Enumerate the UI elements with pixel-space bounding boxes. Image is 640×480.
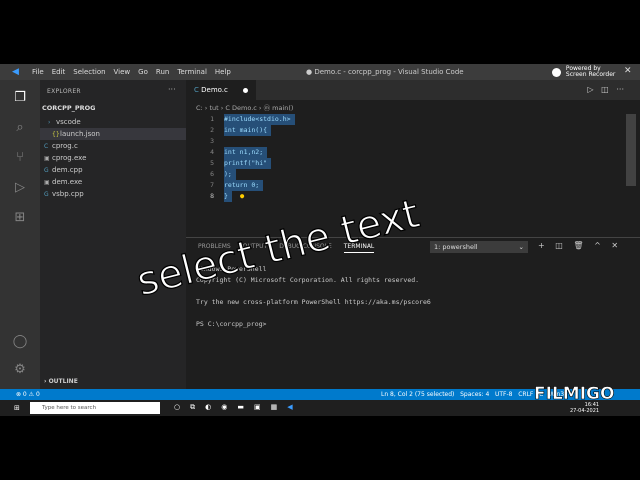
code-line[interactable]: 3 [186, 136, 626, 147]
recorder-line2: Screen Recorder [565, 71, 616, 78]
breadcrumb[interactable]: C: › tut › C Demo.c › ⓜ main() [196, 102, 293, 112]
activity-bar: ❐ ⌕ ⑂ ▷ ⊞ ◯ ⚙ [0, 80, 40, 389]
cpp-file-icon: G [44, 191, 49, 198]
c-file-icon: C [194, 86, 199, 94]
lightbulb-icon[interactable]: ● [240, 192, 244, 200]
code-line[interactable]: 7 return 0; [186, 180, 626, 191]
task-view-icon[interactable]: ⧉ [190, 403, 195, 412]
terminal-select[interactable]: 1: powershell ⌄ [430, 241, 528, 253]
search-icon[interactable]: ⌕ [12, 120, 28, 136]
run-icon[interactable]: ▷ [587, 85, 593, 94]
trash-icon[interactable]: 🗑 [573, 241, 583, 250]
screen-recorder-badge: Powered by Screen Recorder [552, 66, 615, 78]
tree-item-vscode[interactable]: › vscode [40, 116, 186, 128]
more-icon[interactable]: ··· [616, 85, 624, 94]
code-line[interactable]: 2 int main(){ [186, 125, 626, 136]
outline-section[interactable]: › OUTLINE [40, 376, 186, 388]
tree-item-cprog-c[interactable]: Ccprog.c [40, 140, 186, 152]
tree-item-vsbp-cpp[interactable]: Gvsbp.cpp [40, 188, 186, 200]
close-panel-icon[interactable]: ✕ [611, 241, 618, 250]
menu-terminal[interactable]: Terminal [177, 64, 207, 80]
folder-icon[interactable]: ▬ [237, 403, 244, 412]
terminal-prompt[interactable]: PS C:\corcpp_prog> [196, 319, 431, 330]
account-icon[interactable]: ◯ [12, 334, 28, 350]
tree-item-cprog-exe[interactable]: ▣ cprog.exe [40, 152, 186, 164]
menu-selection[interactable]: Selection [73, 64, 105, 80]
code-line[interactable]: 5 printf("hi" [186, 158, 626, 169]
chevron-down-icon: ⌄ [518, 243, 524, 251]
tab-label: Demo.c [201, 86, 228, 94]
code-line[interactable]: 4 int n1,n2; [186, 147, 626, 158]
problems-count[interactable]: ⊗ 0 ⚠ 0 [16, 389, 40, 400]
panel-actions: + ◫ 🗑 ^ ✕ [538, 241, 626, 250]
editor-scrollbar[interactable] [626, 114, 636, 186]
vscode-logo-icon: ◀ [12, 67, 19, 77]
split-terminal-icon[interactable]: ◫ [555, 241, 563, 250]
vscode-taskbar-icon[interactable]: ◀ [287, 403, 292, 412]
settings-gear-icon[interactable]: ⚙ [12, 362, 28, 378]
tab-demo-c[interactable]: C Demo.c [186, 80, 256, 100]
chrome-icon[interactable]: ◉ [221, 403, 227, 412]
menu-help[interactable]: Help [215, 64, 231, 80]
terminal-line: Try the new cross-platform PowerShell ht… [196, 298, 431, 306]
store-icon[interactable]: ▣ [254, 403, 261, 412]
explorer-sidebar: EXPLORER ··· CORCPP_PROG › vscode {}launc… [40, 80, 186, 389]
taskbar-apps: ○ ⧉ ◐ ◉ ▬ ▣ ▦ ◀ [174, 403, 303, 412]
tree-item-dem-cpp[interactable]: Gdem.cpp [40, 164, 186, 176]
extensions-icon[interactable]: ⊞ [12, 210, 28, 226]
task-view-icon[interactable]: ○ [174, 403, 180, 412]
filmigo-watermark: FILMIGO [534, 384, 615, 405]
windows-start-icon[interactable]: ⊞ [14, 404, 20, 412]
menu-go[interactable]: Go [138, 64, 148, 80]
window-title: ● Demo.c - corcpp_prog - Visual Studio C… [306, 68, 464, 76]
project-folder[interactable]: CORCPP_PROG [42, 104, 95, 112]
taskbar-search-input[interactable]: Type here to search [30, 402, 160, 414]
tree-item-launch-json[interactable]: {}launch.json [40, 128, 186, 140]
run-debug-icon[interactable]: ▷ [12, 180, 28, 196]
split-editor-icon[interactable]: ◫ [601, 85, 609, 94]
menu-view[interactable]: View [114, 64, 131, 80]
maximize-panel-icon[interactable]: ^ [594, 241, 601, 250]
menu-run[interactable]: Run [156, 64, 169, 80]
code-line[interactable]: 1 #include<stdio.h> [186, 114, 626, 125]
title-bar: ◀ File Edit Selection View Go Run Termin… [0, 64, 640, 80]
explorer-icon[interactable]: ❐ [12, 90, 28, 106]
editor-tab-bar: C Demo.c ▷ ◫ ··· [186, 80, 640, 100]
menu-file[interactable]: File [32, 64, 44, 80]
editor-actions: ▷ ◫ ··· [587, 85, 624, 94]
code-line[interactable]: 6); [186, 169, 626, 180]
tree-item-dem-exe[interactable]: ▣ dem.exe [40, 176, 186, 188]
menu-bar: File Edit Selection View Go Run Terminal… [32, 64, 239, 80]
photos-icon[interactable]: ▦ [271, 403, 278, 412]
menu-edit[interactable]: Edit [52, 64, 66, 80]
source-control-icon[interactable]: ⑂ [12, 150, 28, 166]
new-terminal-icon[interactable]: + [538, 241, 545, 250]
explorer-title: EXPLORER [47, 88, 81, 95]
unsaved-dot-icon[interactable] [243, 88, 248, 93]
close-window-button[interactable]: ✕ [624, 66, 632, 76]
edge-icon[interactable]: ◐ [205, 403, 211, 412]
more-actions-icon[interactable]: ··· [168, 85, 176, 94]
record-icon [552, 67, 561, 77]
